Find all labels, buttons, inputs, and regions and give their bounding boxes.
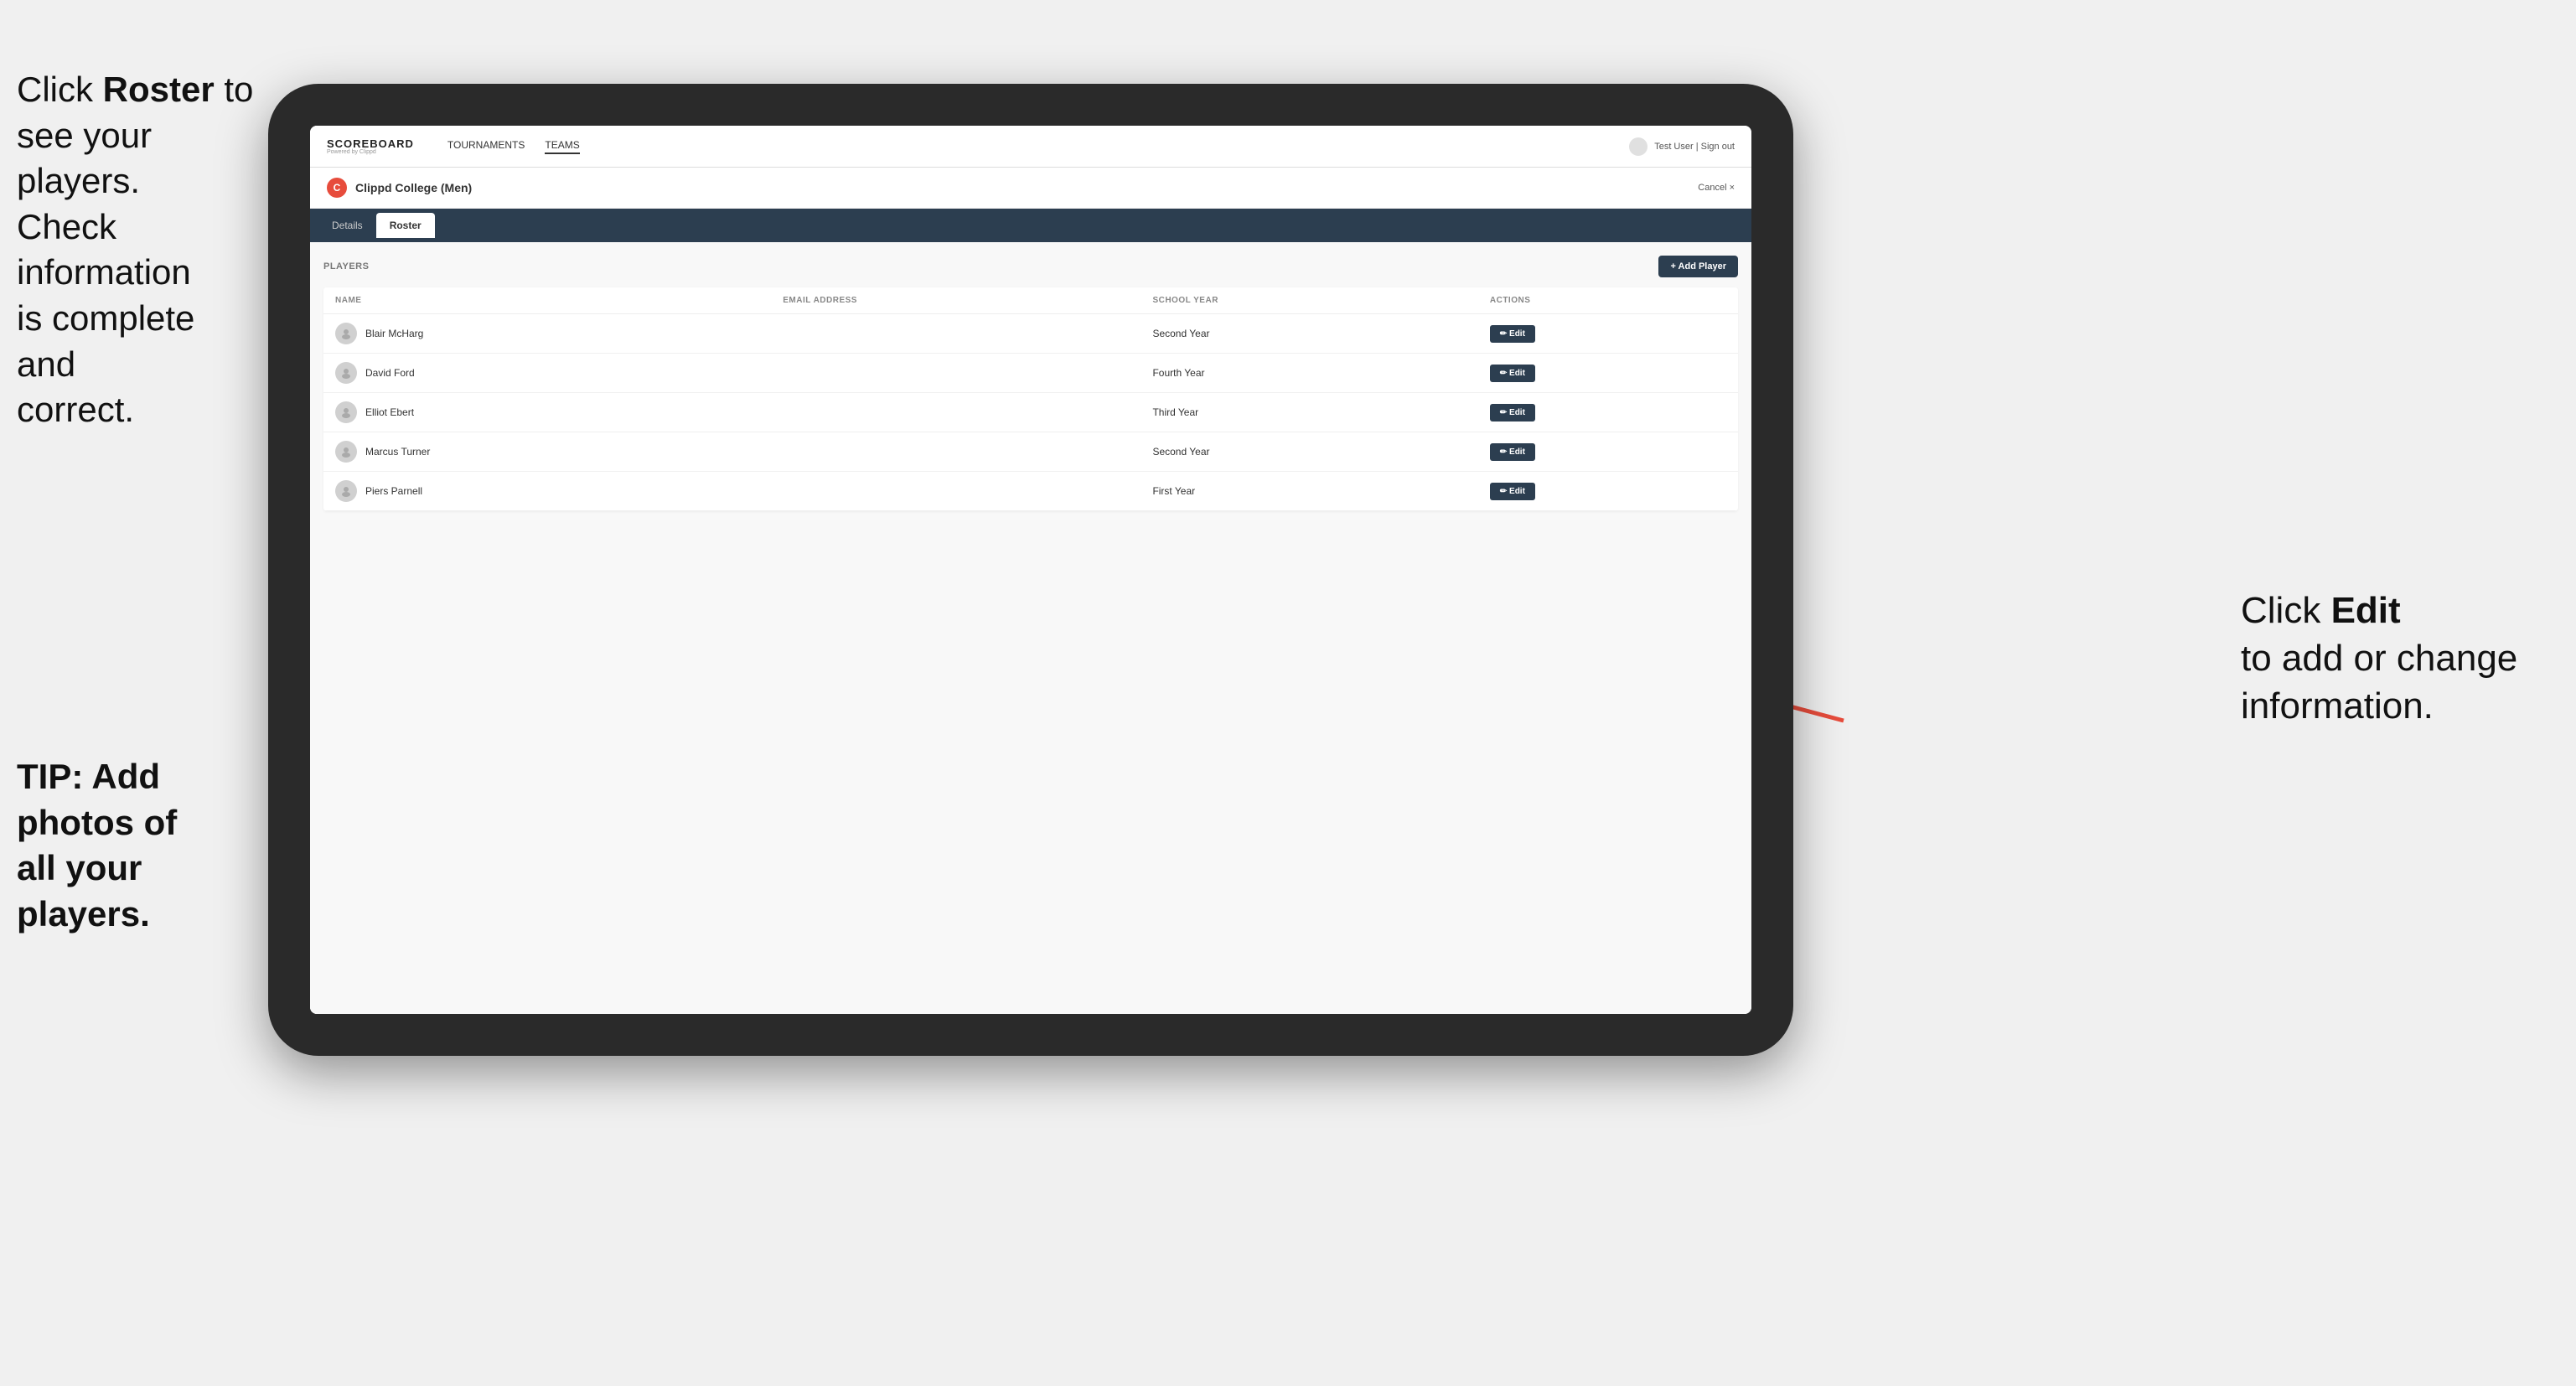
user-text: Test User | Sign out <box>1654 142 1735 152</box>
user-icon <box>1629 137 1648 156</box>
player-name: David Ford <box>365 367 415 379</box>
team-name: Clippd College (Men) <box>355 181 472 194</box>
player-avatar <box>335 323 357 344</box>
col-email: EMAIL ADDRESS <box>771 287 1141 314</box>
player-actions: ✏ Edit <box>1478 472 1738 511</box>
player-name-cell: Blair McHarg <box>323 314 771 354</box>
app-header: SCOREBOARD Powered by Clippd TOURNAMENTS… <box>310 126 1751 168</box>
col-school-year: SCHOOL YEAR <box>1141 287 1477 314</box>
player-email <box>771 393 1141 432</box>
header-right: Test User | Sign out <box>1629 137 1735 156</box>
table-row: David Ford Fourth Year ✏ Edit <box>323 354 1738 393</box>
player-name-cell: Piers Parnell <box>323 472 771 511</box>
add-player-button[interactable]: + Add Player <box>1658 256 1738 277</box>
instruction-right: Click Edit to add or change information. <box>2241 587 2559 731</box>
nav-teams[interactable]: TEAMS <box>545 139 579 154</box>
table-row: Marcus Turner Second Year ✏ Edit <box>323 432 1738 472</box>
player-email <box>771 432 1141 472</box>
table-row: Elliot Ebert Third Year ✏ Edit <box>323 393 1738 432</box>
players-table: NAME EMAIL ADDRESS SCHOOL YEAR ACTIONS B… <box>323 287 1738 511</box>
player-name: Blair McHarg <box>365 328 423 339</box>
cancel-button[interactable]: Cancel × <box>1698 183 1735 193</box>
player-email <box>771 472 1141 511</box>
player-school-year: Fourth Year <box>1141 354 1477 393</box>
player-actions: ✏ Edit <box>1478 354 1738 393</box>
edit-button[interactable]: ✏ Edit <box>1490 443 1535 461</box>
player-avatar <box>335 401 357 423</box>
tip-text: TIP: Add photos ofall your players. <box>17 754 277 937</box>
player-name-cell: Elliot Ebert <box>323 393 771 432</box>
player-name-cell: Marcus Turner <box>323 432 771 472</box>
player-avatar <box>335 362 357 384</box>
table-header-row: NAME EMAIL ADDRESS SCHOOL YEAR ACTIONS <box>323 287 1738 314</box>
tab-roster[interactable]: Roster <box>376 213 435 238</box>
tab-details[interactable]: Details <box>318 213 376 238</box>
nav-tournaments[interactable]: TOURNAMENTS <box>447 139 525 154</box>
logo-sub: Powered by Clippd <box>327 149 414 155</box>
player-actions: ✏ Edit <box>1478 393 1738 432</box>
player-school-year: Second Year <box>1141 314 1477 354</box>
player-name: Elliot Ebert <box>365 406 414 418</box>
player-school-year: Third Year <box>1141 393 1477 432</box>
player-avatar <box>335 480 357 502</box>
player-name: Piers Parnell <box>365 485 422 497</box>
logo-text: SCOREBOARD <box>327 138 414 149</box>
player-name: Marcus Turner <box>365 446 430 458</box>
player-name-cell: David Ford <box>323 354 771 393</box>
logo-area: SCOREBOARD Powered by Clippd TOURNAMENTS… <box>327 138 580 155</box>
player-school-year: First Year <box>1141 472 1477 511</box>
tablet-screen: SCOREBOARD Powered by Clippd TOURNAMENTS… <box>310 126 1751 1014</box>
tabs-bar: Details Roster <box>310 209 1751 242</box>
players-label: PLAYERS <box>323 261 369 272</box>
col-actions: ACTIONS <box>1478 287 1738 314</box>
team-logo: C <box>327 178 347 198</box>
edit-button[interactable]: ✏ Edit <box>1490 365 1535 382</box>
instruction-left: Click Roster to see your players. Check … <box>17 67 260 433</box>
table-row: Piers Parnell First Year ✏ Edit <box>323 472 1738 511</box>
player-school-year: Second Year <box>1141 432 1477 472</box>
edit-button[interactable]: ✏ Edit <box>1490 483 1535 500</box>
player-email <box>771 354 1141 393</box>
content-area: PLAYERS + Add Player NAME EMAIL ADDRESS … <box>310 242 1751 1014</box>
table-row: Blair McHarg Second Year ✏ Edit <box>323 314 1738 354</box>
edit-button[interactable]: ✏ Edit <box>1490 404 1535 421</box>
main-nav: TOURNAMENTS TEAMS <box>447 139 580 154</box>
player-actions: ✏ Edit <box>1478 432 1738 472</box>
edit-button[interactable]: ✏ Edit <box>1490 325 1535 343</box>
team-header: C Clippd College (Men) Cancel × <box>310 168 1751 209</box>
col-name: NAME <box>323 287 771 314</box>
player-actions: ✏ Edit <box>1478 314 1738 354</box>
player-avatar <box>335 441 357 463</box>
tablet-frame: SCOREBOARD Powered by Clippd TOURNAMENTS… <box>268 84 1793 1056</box>
player-email <box>771 314 1141 354</box>
team-name-area: C Clippd College (Men) <box>327 178 472 198</box>
players-header: PLAYERS + Add Player <box>323 256 1738 277</box>
logo: SCOREBOARD Powered by Clippd <box>327 138 414 155</box>
